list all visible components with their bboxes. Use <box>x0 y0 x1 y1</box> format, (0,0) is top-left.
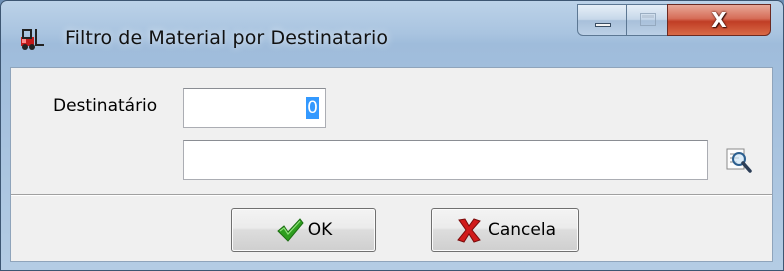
ok-button[interactable]: OK <box>231 208 376 252</box>
cancel-button-label: Cancela <box>487 220 556 240</box>
button-separator <box>11 194 772 196</box>
caption-buttons: X <box>577 4 773 38</box>
cancel-button[interactable]: Cancela <box>431 208 579 252</box>
maximize-icon <box>640 13 656 26</box>
dialog-window: Filtro de Material por Destinatario X De… <box>0 0 784 271</box>
close-button[interactable]: X <box>667 4 771 36</box>
minimize-button[interactable] <box>577 4 627 36</box>
title-bar[interactable]: Filtro de Material por Destinatario X <box>1 1 783 67</box>
minimize-icon <box>595 23 611 27</box>
window-title: Filtro de Material por Destinatario <box>65 27 389 49</box>
forklift-icon <box>19 27 45 51</box>
check-icon <box>275 216 305 244</box>
ok-button-label: OK <box>307 220 333 240</box>
red-x-icon <box>454 216 484 244</box>
destinatario-label: Destinatário <box>53 96 158 116</box>
destinatario-code-value: 0 <box>306 97 319 119</box>
destinatario-code-input[interactable]: 0 <box>183 88 326 128</box>
maximize-button <box>626 4 668 36</box>
destinatario-name-input[interactable] <box>183 140 708 180</box>
close-icon: X <box>711 8 727 32</box>
magnifier-search-icon[interactable] <box>724 145 754 175</box>
dialog-client-area: Destinatário 0 OK Cancela <box>10 67 773 262</box>
